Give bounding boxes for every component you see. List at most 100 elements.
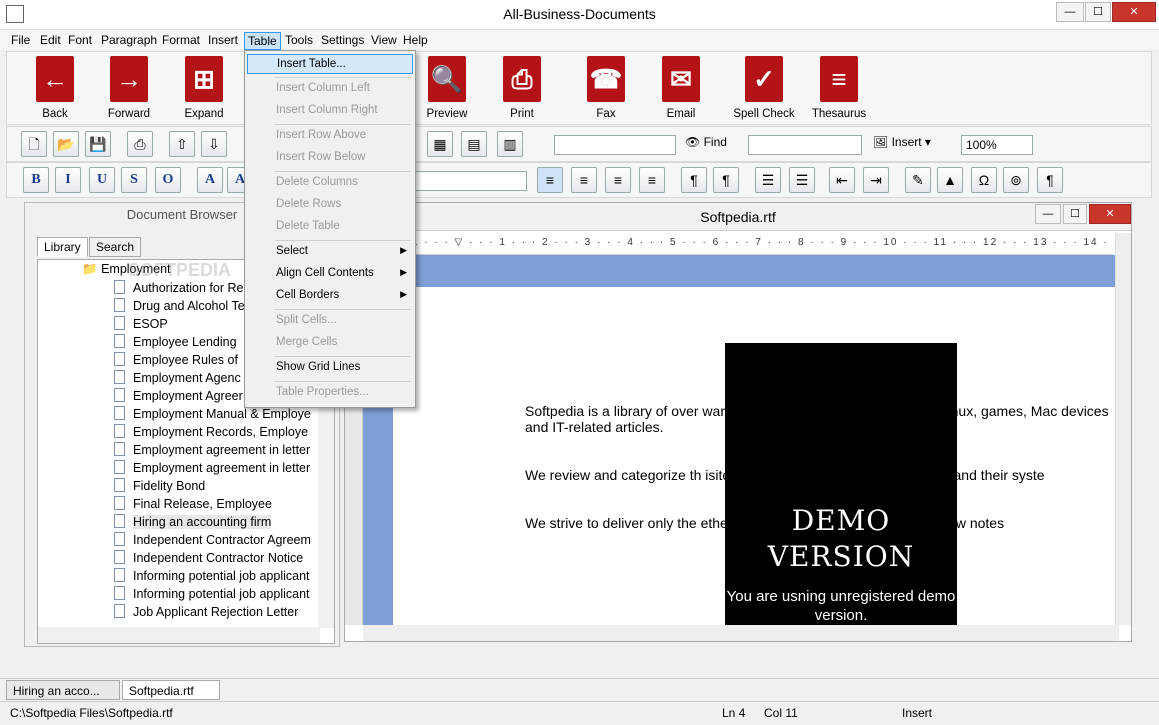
list-item[interactable]: Authorization for Re [114,280,243,298]
rtl-icon[interactable]: ¶ [713,167,739,193]
spell-check-button[interactable]: ✓ Spell Check [732,56,796,124]
upload-icon[interactable]: ⇧ [169,131,195,157]
list-item[interactable]: Drug and Alcohol Te [114,298,245,316]
editor-close-button[interactable]: ✕ [1089,204,1131,224]
find-input[interactable] [554,135,676,155]
list-item[interactable]: Job Applicant Rejection Letter [114,604,298,622]
align-left-icon[interactable]: ≡ [537,167,563,193]
table-color-icon[interactable]: ▥ [497,131,523,157]
status-path: C:\Softpedia Files\Softpedia.rtf [10,706,173,720]
editor-minimize-button[interactable]: — [1035,204,1061,224]
toolbar-label: Email [666,108,696,120]
table-menu-insert-table[interactable]: Insert Table... [247,54,413,74]
download-icon[interactable]: ⇩ [201,131,227,157]
insert-button[interactable]: 🖼 Insert ▾ [873,135,931,149]
table-menu-select[interactable]: Select ▶ [247,242,413,262]
new-document-icon[interactable]: 🗋 [21,131,47,157]
close-button[interactable]: ✕ [1112,2,1156,22]
outdent-icon[interactable]: ⇤ [829,167,855,193]
font-select[interactable] [415,171,527,191]
list-item[interactable]: Hiring an accounting firm [114,514,272,532]
table-menu-show-grid-lines[interactable]: Show Grid Lines [247,358,413,378]
style-select[interactable] [748,135,862,155]
open-folder-icon[interactable]: 📂 [53,131,79,157]
paint-icon[interactable]: ✎ [905,167,931,193]
maximize-button[interactable]: ☐ [1085,2,1111,22]
list-item-label: Employment agreement in letter [133,443,311,457]
menu-format[interactable]: Format [159,32,203,48]
back-button[interactable]: ← Back [23,56,87,124]
thesaurus-button[interactable]: ≡ Thesaurus [807,56,871,124]
list-item[interactable]: Independent Contractor Agreem [114,532,311,550]
menu-table[interactable]: Table [244,32,281,50]
menu-settings[interactable]: Settings [318,32,367,48]
horizontal-ruler: · · 2 · · · 1 · · · ▽ · · · 1 · · · 2 · … [345,233,1113,255]
menu-file[interactable]: File [8,32,33,48]
italic-button[interactable]: I [55,167,81,193]
link-icon[interactable]: ⊚ [1003,167,1029,193]
table-menu-align-cell-contents[interactable]: Align Cell Contents ▶ [247,264,413,284]
list-item[interactable]: Employment Agreer [114,388,243,406]
list-item[interactable]: Employee Lending [114,334,237,352]
menu-view[interactable]: View [368,32,400,48]
editor-vscroll[interactable] [1115,233,1131,625]
table-menu-cell-borders[interactable]: Cell Borders ▶ [247,286,413,306]
bold-button[interactable]: B [23,167,49,193]
email-button[interactable]: ✉ Email [649,56,713,124]
menu-insert[interactable]: Insert [205,32,241,48]
document-canvas[interactable]: Softpedia is a library of over ware prog… [363,255,1119,625]
list-item[interactable]: Employment Manual & Employe [114,406,311,424]
tab-library[interactable]: Library [37,237,88,257]
list-item[interactable]: Employment agreement in letter [114,460,310,478]
numbered-list-icon[interactable]: ☰ [789,167,815,193]
print-icon[interactable]: ⎙ [127,131,153,157]
list-item[interactable]: Employment Records, Employe [114,424,308,442]
menu-tools[interactable]: Tools [282,32,316,48]
list-item[interactable]: ESOP [114,316,168,334]
pilcrow-icon[interactable]: ¶ [1037,167,1063,193]
justify-icon[interactable]: ≡ [639,167,665,193]
table-grid-icon[interactable]: ▦ [427,131,453,157]
underline-button[interactable]: U [89,167,115,193]
zoom-select[interactable]: 100% [961,135,1033,155]
strikethrough-button[interactable]: S [121,167,147,193]
picture-icon[interactable]: ▲ [937,167,963,193]
preview-button[interactable]: 🔍 Preview [415,56,479,124]
find-button[interactable]: 👁 Find [685,135,727,149]
fax-button[interactable]: ☎ Fax [574,56,638,124]
forward-button[interactable]: → Forward [97,56,161,124]
menu-edit[interactable]: Edit [37,32,64,48]
menu-paragraph[interactable]: Paragraph [98,32,160,48]
list-item[interactable]: Informing potential job applicant [114,586,310,604]
bullet-list-icon[interactable]: ☰ [755,167,781,193]
symbol-omega-icon[interactable]: Ω [971,167,997,193]
editor-maximize-button[interactable]: ☐ [1063,204,1087,224]
menu-font[interactable]: Font [65,32,95,48]
list-item[interactable]: Employee Rules of [114,352,238,370]
save-disk-icon[interactable]: 💾 [85,131,111,157]
list-item[interactable]: Fidelity Bond [114,478,205,496]
print-button[interactable]: ⎙ Print [490,56,554,124]
indent-icon[interactable]: ⇥ [863,167,889,193]
align-center-icon[interactable]: ≡ [571,167,597,193]
font-color-button[interactable]: A [197,167,223,193]
editor-hscroll[interactable] [363,625,1119,641]
list-item[interactable]: Employment agreement in letter [114,442,310,460]
list-item[interactable]: Employment Agenc [114,370,241,388]
menu-help[interactable]: Help [400,32,431,48]
document-icon [114,352,125,366]
doc-tab-softpedia[interactable]: Softpedia.rtf ✕ [122,680,220,712]
list-item[interactable]: Informing potential job applicant [114,568,310,586]
minimize-button[interactable]: — [1056,2,1084,22]
overline-button[interactable]: O [155,167,181,193]
table-insert-icon[interactable]: ▤ [461,131,487,157]
toolbar-label: Spell Check [733,108,795,120]
list-item[interactable]: Independent Contractor Notice [114,550,303,568]
expand-button[interactable]: ⊞ Expand [172,56,236,124]
align-right-icon[interactable]: ≡ [605,167,631,193]
ltr-icon[interactable]: ¶ [681,167,707,193]
list-item[interactable]: Final Release, Employee [114,496,272,514]
tree-hscroll[interactable] [38,627,320,643]
doc-tab-hiring[interactable]: Hiring an acco... [6,680,120,700]
tab-search[interactable]: Search [89,237,142,257]
